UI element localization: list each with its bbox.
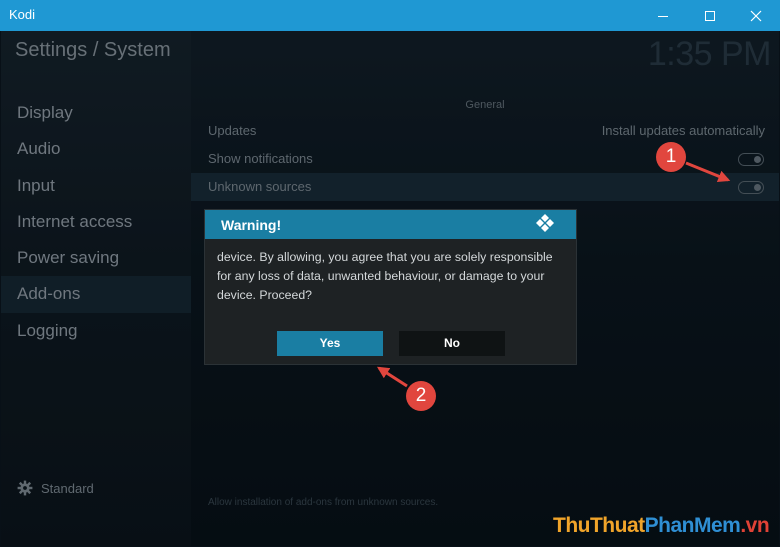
watermark-part: ThuThuat [553, 514, 645, 537]
watermark-part: .vn [740, 514, 770, 537]
watermark: ThuThuatPhanMem.vn [553, 514, 770, 538]
watermark-part: PhanMem [644, 514, 741, 537]
annotation-arrow-1 [685, 161, 731, 182]
annotation-arrows [376, 161, 731, 388]
kodi-window: Kodi Display Audio Input Internet access… [0, 0, 780, 547]
annotation-arrow-2 [376, 366, 408, 388]
annotation-marker-2: 2 [406, 381, 436, 411]
annotation-marker-1: 1 [656, 142, 686, 172]
